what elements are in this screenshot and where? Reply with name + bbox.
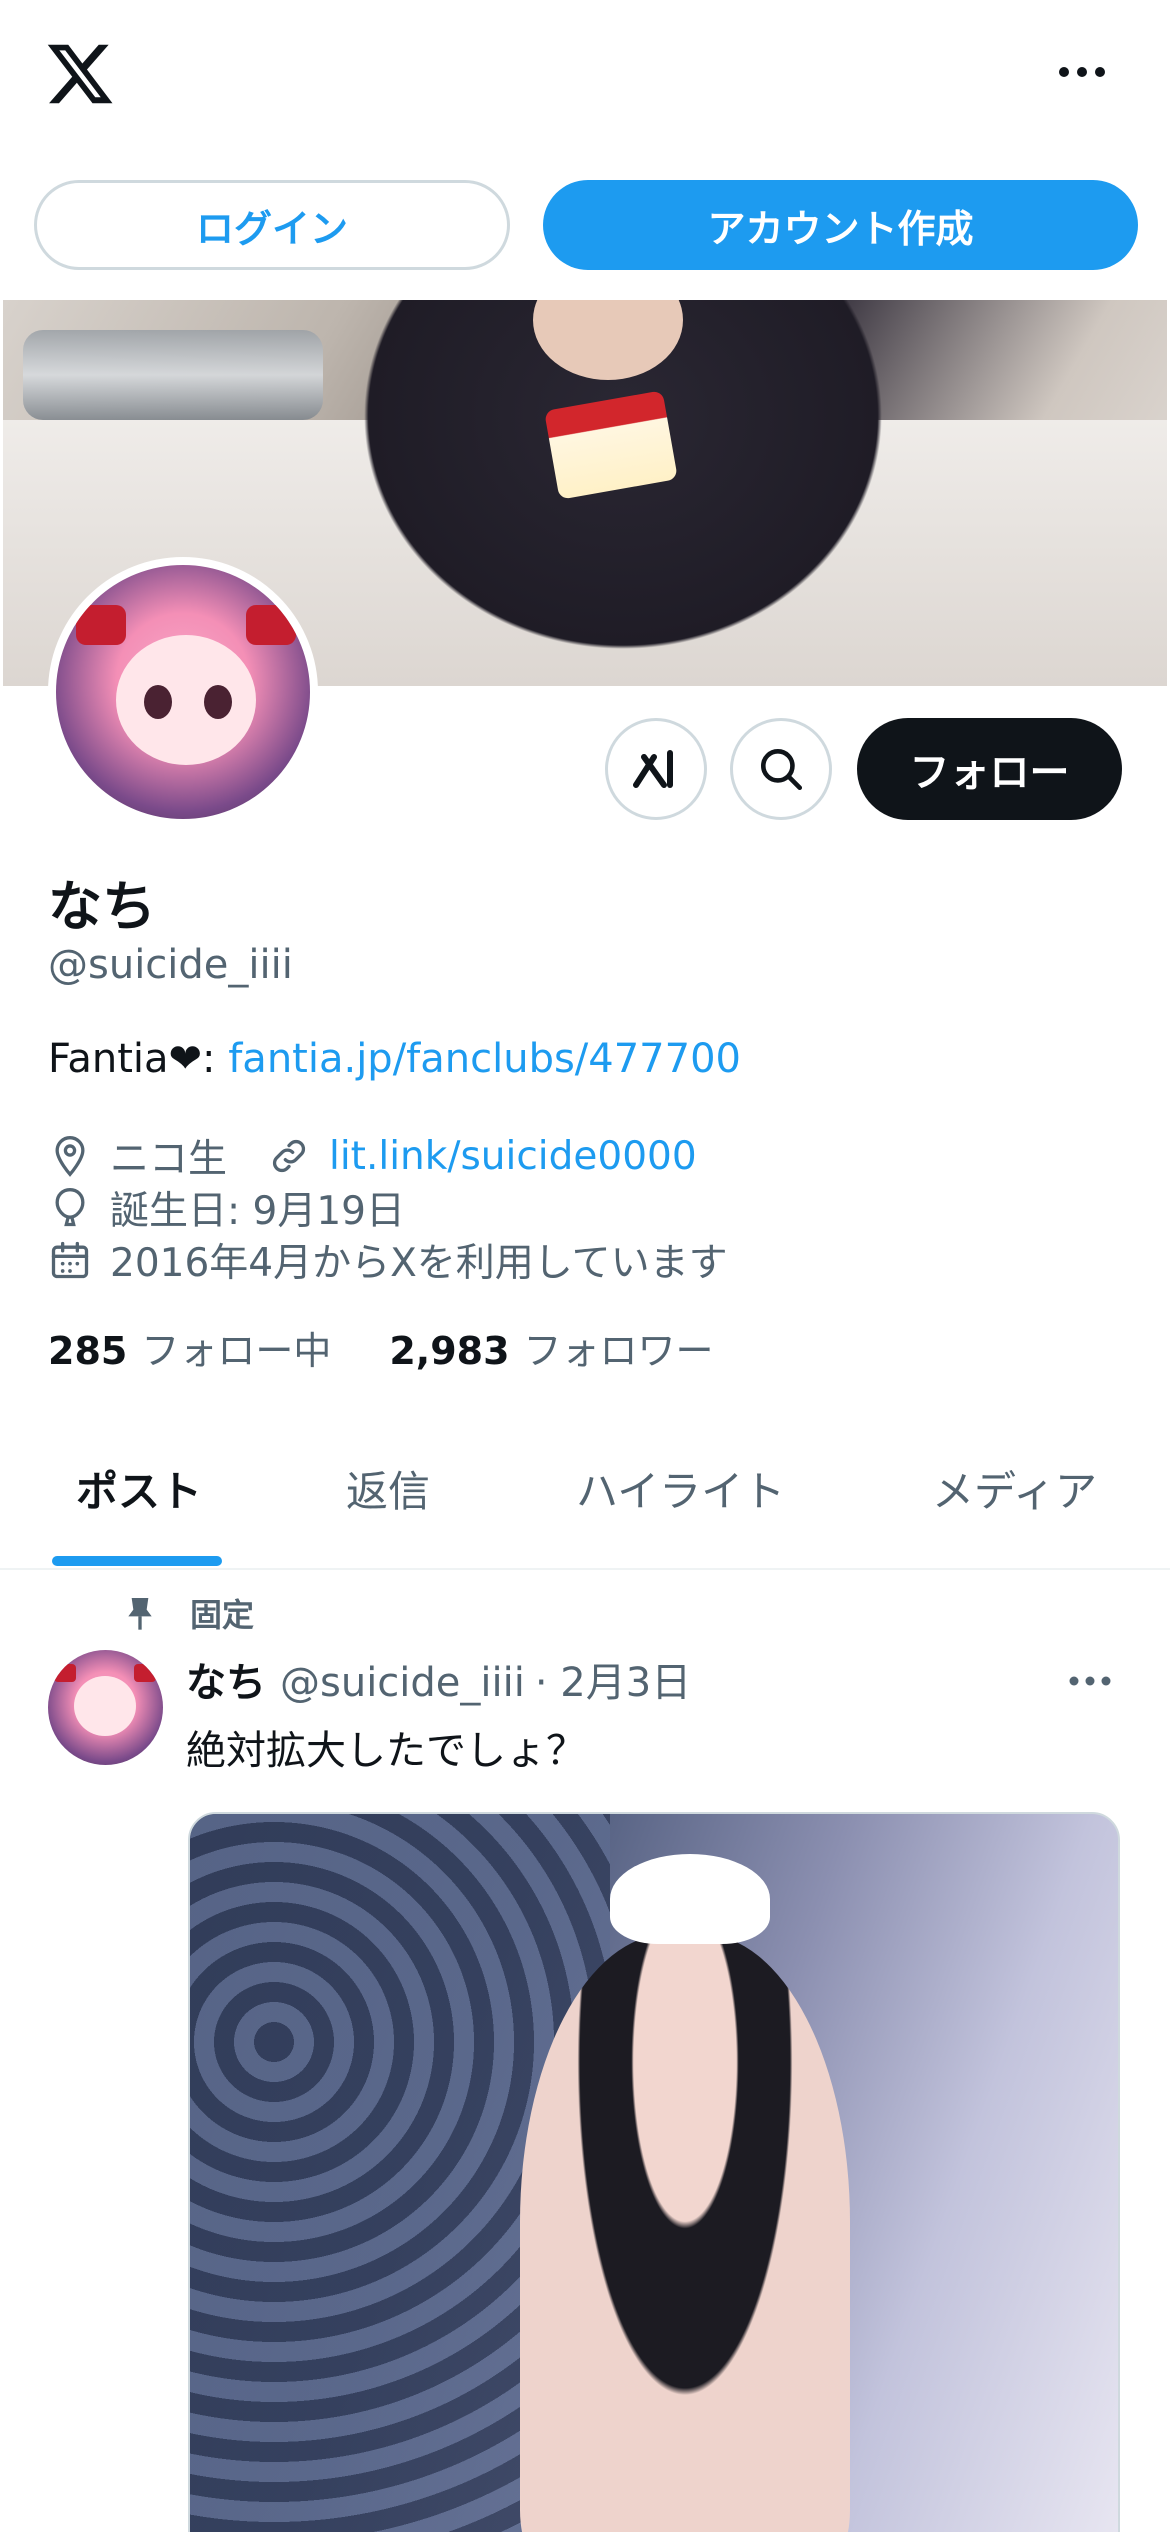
banner-faucet [23, 330, 323, 420]
tab-media[interactable]: メディア [932, 1458, 1097, 1519]
post-text: 絶対拡大したでしょ？ [186, 1728, 586, 1774]
joined-text: 2016年4月からXを利用しています [110, 1241, 728, 1286]
post-author-avatar[interactable] [48, 1650, 163, 1765]
website-link[interactable]: lit.link/suicide0000 [329, 1134, 697, 1179]
avatar-bow-right [246, 605, 296, 645]
profile-avatar[interactable] [48, 557, 318, 827]
post-media-image[interactable] [188, 1812, 1120, 2532]
avatar-eye-right [204, 685, 232, 719]
media-person [520, 1934, 850, 2532]
balloon-icon [48, 1186, 92, 1230]
following-link[interactable]: 285 フォロー中 [48, 1320, 331, 1375]
followers-label: フォロワー [523, 1329, 714, 1373]
avatar-face [116, 635, 256, 765]
pin-icon [120, 1593, 160, 1633]
follow-counts: 285 フォロー中 2,983 フォロワー [48, 1320, 772, 1375]
x-logo-icon[interactable] [44, 38, 116, 110]
pinned-indicator: 固定 [120, 1590, 254, 1636]
post-header: なち @suicide_iiii · 2月3日 [186, 1650, 691, 1708]
bio: Fantia❤︎: fantia.jp/fanclubs/477700 [48, 1036, 741, 1082]
post-avatar-bow-left [54, 1664, 76, 1682]
followers-link[interactable]: 2,983 フォロワー [389, 1320, 713, 1375]
profile-meta-location-website: ニコ生 lit.link/suicide0000 [48, 1128, 697, 1184]
post-date[interactable]: · 2月3日 [535, 1650, 691, 1708]
location-pin-icon [48, 1134, 92, 1178]
auth-buttons: ログイン アカウント作成 [0, 180, 1170, 270]
follow-button[interactable]: フォロー [857, 718, 1122, 820]
tab-posts[interactable]: ポスト [76, 1458, 202, 1519]
post-author-name[interactable]: なち [186, 1650, 266, 1708]
media-headdress [610, 1854, 770, 1944]
login-button[interactable]: ログイン [34, 180, 510, 270]
create-account-button[interactable]: アカウント作成 [543, 180, 1138, 270]
post-author-handle[interactable]: @suicide_iiii [280, 1660, 525, 1706]
search-icon [761, 749, 803, 791]
post-more-icon[interactable] [1060, 1666, 1120, 1696]
username: @suicide_iiii [48, 942, 293, 988]
grok-icon [633, 750, 673, 788]
followers-count: 2,983 [389, 1329, 510, 1373]
following-label: フォロー中 [141, 1329, 332, 1373]
post-avatar-bow-right [134, 1664, 156, 1682]
active-tab-indicator [52, 1556, 222, 1566]
link-icon [267, 1134, 311, 1178]
following-count: 285 [48, 1329, 128, 1373]
search-button[interactable] [730, 718, 832, 820]
profile-meta-birthday: 誕生日: 9月19日 [48, 1180, 405, 1236]
profile-tabs: ポスト 返信 ハイライト メディア [0, 1430, 1170, 1570]
birthday-text: 誕生日: 9月19日 [110, 1189, 405, 1234]
avatar-bow-left [76, 605, 126, 645]
bio-link[interactable]: fantia.jp/fanclubs/477700 [228, 1036, 741, 1082]
tab-replies[interactable]: 返信 [346, 1458, 430, 1519]
profile-meta-joined: 2016年4月からXを利用しています [48, 1232, 728, 1288]
calendar-icon [48, 1238, 92, 1282]
location-text: ニコ生 [110, 1137, 228, 1182]
avatar-eye-left [144, 685, 172, 719]
tab-highlights[interactable]: ハイライト [576, 1458, 785, 1519]
bio-text: Fantia❤︎: [48, 1036, 229, 1082]
more-horizontal-icon[interactable] [1052, 52, 1112, 92]
post-avatar-face [74, 1676, 136, 1736]
display-name: なち [48, 875, 156, 938]
pinned-label: 固定 [190, 1596, 255, 1634]
profile-page: ログイン アカウント作成 フォロー なち @suicide_iiii Fanti… [0, 0, 1170, 2532]
grok-button[interactable] [605, 718, 707, 820]
top-bar [0, 0, 1170, 150]
